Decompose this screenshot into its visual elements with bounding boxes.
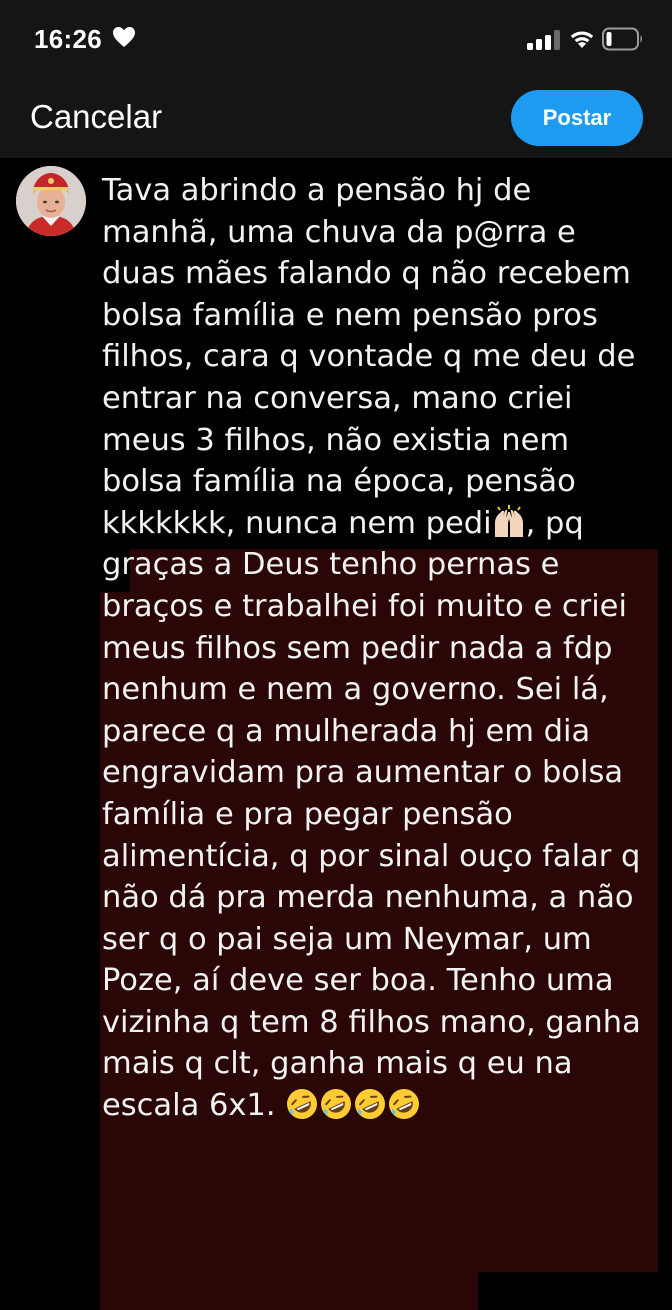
tweet-line: Poze, aí deve ser boa. Tenho uma — [102, 963, 614, 999]
tweet-line: kkkkkkk, nunca nem pedi — [102, 505, 492, 541]
rolling-laughing-emoji — [287, 1089, 318, 1120]
tweet-line: , pq — [525, 505, 584, 541]
tweet-line: vizinha q tem 8 filhos mano, ganha — [102, 1004, 641, 1040]
rolling-laughing-emoji — [321, 1089, 352, 1120]
tweet-line: meus 3 filhos, não existia nem — [102, 422, 570, 458]
tweet-line: Tava abrindo a pensão hj de — [102, 173, 532, 208]
rolling-laughing-emoji — [389, 1089, 420, 1120]
tweet-line: bolsa família na época, pensão — [102, 464, 576, 500]
raising-hands-emoji — [494, 504, 523, 537]
status-bar: 16:26 — [0, 0, 672, 80]
tweet-line: nenhum e nem a governo. Sei lá, — [102, 672, 609, 708]
tweet-line: graças a Deus tenho pernas e — [102, 547, 560, 583]
tweet-line: parece q a mulherada hj em dia — [102, 713, 591, 749]
rolling-laughing-emoji — [355, 1089, 386, 1120]
battery-icon — [602, 27, 642, 51]
tweet-line: alimentícia, q por sinal ouço falar q — [102, 838, 641, 874]
tweet-line: bolsa família e nem pensão pros — [102, 297, 598, 333]
tweet-line: duas mães falando q não recebem — [102, 256, 631, 292]
tweet-line: não dá pra merda nenhuma, a não — [102, 880, 634, 916]
tweet-line: família e pra pegar pensão — [102, 796, 513, 832]
wifi-icon — [570, 31, 594, 48]
tweet-line: filhos, cara q vontade q me deu de — [102, 339, 636, 375]
tweet-line: ser q o pai seja um Neymar, um — [102, 921, 592, 957]
heart-icon — [113, 27, 135, 47]
tweet-line: manhã, uma chuva da p@rra e — [102, 214, 576, 250]
tweet-line: meus filhos sem pedir nada a fdp — [102, 630, 613, 666]
compose-header: Cancelar Postar — [0, 80, 672, 158]
text-highlight — [100, 1270, 478, 1310]
tweet-line: mais q clt, ganha mais q eu na — [102, 1046, 573, 1082]
compose-area: Tava abrindo a pensão hj de manhã, uma c… — [0, 158, 672, 1310]
status-time: 16:26 — [34, 24, 102, 54]
tweet-line: entrar na conversa, mano criei — [102, 380, 573, 416]
post-button[interactable]: Postar — [511, 90, 643, 146]
tweet-line: engravidam pra aumentar o bolsa — [102, 755, 624, 791]
tweet-line: braços e trabalhei foi muito e criei — [102, 588, 627, 624]
tweet-text[interactable]: Tava abrindo a pensão hj de manhã, uma c… — [102, 170, 667, 1127]
signal-icon — [527, 30, 560, 50]
cancel-button[interactable]: Cancelar — [30, 98, 162, 136]
tweet-line: escala 6x1. — [102, 1088, 286, 1124]
avatar[interactable] — [16, 166, 86, 236]
